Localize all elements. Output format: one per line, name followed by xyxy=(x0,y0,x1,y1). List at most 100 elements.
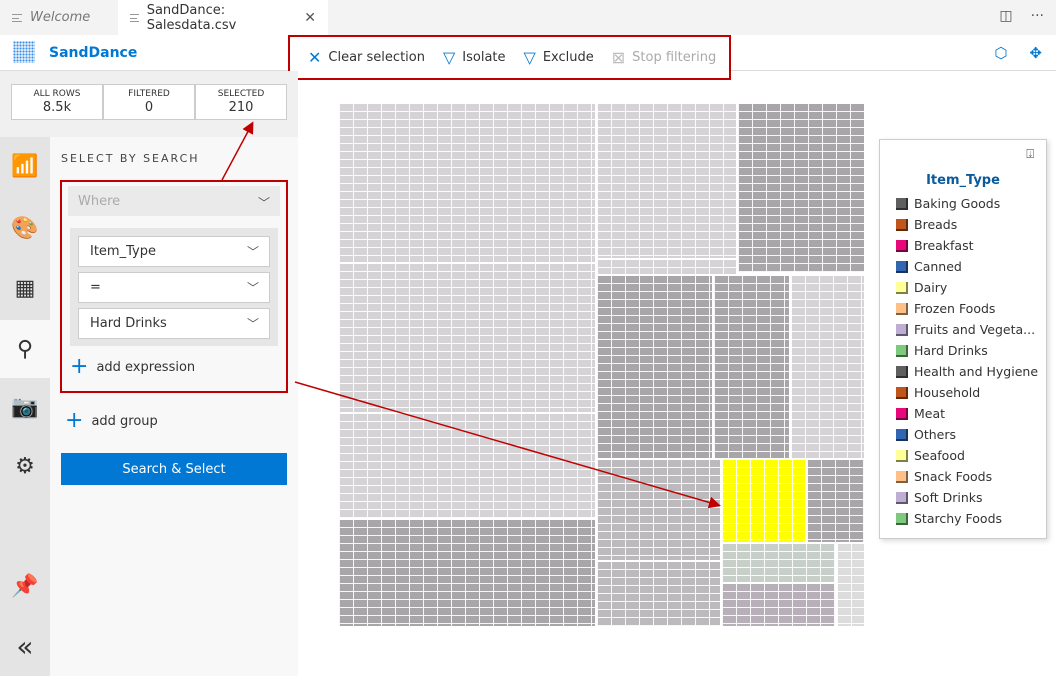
legend-item[interactable]: Fruits and Vegeta... xyxy=(896,319,1038,340)
tab-bar: Welcome SandDance: Salesdata.csv ✕ ◫ ··· xyxy=(0,0,1056,35)
color-swatch xyxy=(896,344,908,357)
sidebar: ALL ROWS 8.5k FILTERED 0 SELECTED 210 📶 🎨 ▦… xyxy=(0,71,298,676)
table-icon[interactable]: ▦ xyxy=(0,259,50,317)
color-swatch xyxy=(896,470,908,483)
pin-icon[interactable]: ⍗ xyxy=(1026,147,1034,162)
search-panel: SELECT BY SEARCH Where ﹀ Item_Type ﹀ = ﹀ Ha… xyxy=(50,137,298,676)
legend-item[interactable]: Breakfast xyxy=(896,235,1038,256)
legend-item[interactable]: Hard Drinks xyxy=(896,340,1038,361)
legend-item[interactable]: Snack Foods xyxy=(896,466,1038,487)
add-expression-button[interactable]: + add expression xyxy=(70,356,195,378)
legend-item[interactable]: Household xyxy=(896,382,1038,403)
legend-item[interactable]: Starchy Foods xyxy=(896,508,1038,529)
palette-icon[interactable]: 🎨 xyxy=(0,199,50,257)
gear-icon[interactable]: ⚙ xyxy=(0,437,50,495)
legend-item[interactable]: Canned xyxy=(896,256,1038,277)
stat-value: 8.5k xyxy=(42,100,72,115)
legend-item[interactable]: Dairy xyxy=(896,277,1038,298)
legend-item[interactable]: Baking Goods xyxy=(896,193,1038,214)
treemap-block xyxy=(339,104,595,262)
legend-item[interactable]: Others xyxy=(896,424,1038,445)
legend: ⍗ Item_Type Baking Goods Breads Breakfast C… xyxy=(879,139,1047,539)
tab-sanddance[interactable]: SandDance: Salesdata.csv ✕ xyxy=(118,0,328,35)
camera-icon[interactable]: 📷 xyxy=(0,378,50,436)
legend-label: Hard Drinks xyxy=(914,343,988,358)
legend-item[interactable]: Meat xyxy=(896,403,1038,424)
label: Isolate xyxy=(462,50,506,65)
color-swatch xyxy=(896,260,908,273)
cube-icon[interactable]: ⬡ xyxy=(994,44,1007,62)
operator-dropdown[interactable]: = ﹀ xyxy=(78,272,270,303)
icon-rail: 📶 🎨 ▦ ⚲ 📷 ⚙ 📌 « xyxy=(0,137,50,676)
chevron-down-icon: ﹀ xyxy=(246,245,259,259)
operator-value: = xyxy=(90,280,101,295)
treemap-block xyxy=(837,544,864,626)
collapse-icon[interactable]: « xyxy=(0,617,50,675)
legend-label: Health and Hygiene xyxy=(914,364,1039,379)
legend-item[interactable]: Seafood xyxy=(896,445,1038,466)
move-camera-icon[interactable]: ✥ xyxy=(1029,44,1042,62)
app-title: SandDance xyxy=(49,45,138,61)
legend-label: Frozen Foods xyxy=(914,301,996,316)
legend-label: Soft Drinks xyxy=(914,490,983,505)
value-dropdown[interactable]: Hard Drinks ﹀ xyxy=(78,308,270,339)
label: Exclude xyxy=(542,50,594,65)
chart-icon[interactable]: 📶 xyxy=(0,137,50,195)
label: Clear selection xyxy=(328,50,425,65)
search-icon[interactable]: ⚲ xyxy=(0,320,50,378)
tab-label: SandDance: Salesdata.csv xyxy=(146,2,237,33)
clear-selection-button[interactable]: ✕ Clear selection xyxy=(308,48,425,67)
legend-label: Seafood xyxy=(914,448,965,463)
tab-label: Welcome xyxy=(30,10,91,25)
selection-toolbar: ✕ Clear selection ▽ Isolate ▽ Exclude ⊠ Stop… xyxy=(288,35,731,80)
filter-icon: ▽ xyxy=(442,48,456,67)
where-dropdown[interactable]: Where ﹀ xyxy=(68,186,280,216)
stat-value: 0 xyxy=(144,100,154,115)
stat-label: SELECTED xyxy=(217,89,265,99)
color-swatch xyxy=(896,239,908,252)
stats-bar: ALL ROWS 8.5k FILTERED 0 SELECTED 210 xyxy=(11,84,287,120)
stop-filtering-button[interactable]: ⊠ Stop filtering xyxy=(612,48,716,67)
search-select-button[interactable]: Search & Select xyxy=(61,453,287,485)
treemap-block xyxy=(597,276,712,458)
treemap-block-selected xyxy=(722,460,805,542)
treemap-block xyxy=(714,276,789,458)
color-swatch xyxy=(896,428,908,441)
isolate-button[interactable]: ▽ Isolate xyxy=(443,48,506,67)
legend-item[interactable]: Soft Drinks xyxy=(896,487,1038,508)
treemap-block xyxy=(791,276,864,458)
tab-welcome[interactable]: Welcome xyxy=(0,0,118,35)
close-icon[interactable]: ✕ xyxy=(304,10,316,26)
legend-label: Starchy Foods xyxy=(914,511,1003,526)
treemap-block xyxy=(722,584,835,626)
legend-label: Meat xyxy=(914,406,946,421)
color-swatch xyxy=(896,491,908,504)
where-label: Where xyxy=(78,194,121,209)
legend-item[interactable]: Health and Hygiene xyxy=(896,361,1038,382)
add-group-button[interactable]: + add group xyxy=(65,408,158,433)
treemap-block xyxy=(597,562,720,626)
treemap-canvas[interactable] xyxy=(339,104,864,626)
treemap-block xyxy=(597,104,736,258)
legend-item[interactable]: Frozen Foods xyxy=(896,298,1038,319)
color-swatch xyxy=(896,323,908,336)
split-editor-icon[interactable]: ◫ xyxy=(999,8,1012,24)
sanddance-logo-icon xyxy=(13,41,35,63)
exclude-button[interactable]: ▽ Exclude xyxy=(524,48,594,67)
legend-item[interactable]: Breads xyxy=(896,214,1038,235)
pin-icon[interactable]: 📌 xyxy=(0,557,50,615)
plus-icon: + xyxy=(65,408,84,433)
treemap-block xyxy=(597,460,720,560)
search-group: Where ﹀ Item_Type ﹀ = ﹀ Hard Drinks ﹀ + add e… xyxy=(60,180,288,393)
field-dropdown[interactable]: Item_Type ﹀ xyxy=(78,236,270,267)
legend-label: Canned xyxy=(914,259,962,274)
legend-label: Household xyxy=(914,385,981,400)
color-swatch xyxy=(896,218,908,231)
more-icon[interactable]: ··· xyxy=(1031,8,1044,24)
legend-title[interactable]: Item_Type xyxy=(880,173,1046,188)
chevron-down-icon: ﹀ xyxy=(246,281,259,295)
color-swatch xyxy=(896,281,908,294)
stat-value: 210 xyxy=(228,100,254,115)
expression: Item_Type ﹀ = ﹀ Hard Drinks ﹀ xyxy=(70,228,278,346)
stat-label: FILTERED xyxy=(128,89,170,99)
